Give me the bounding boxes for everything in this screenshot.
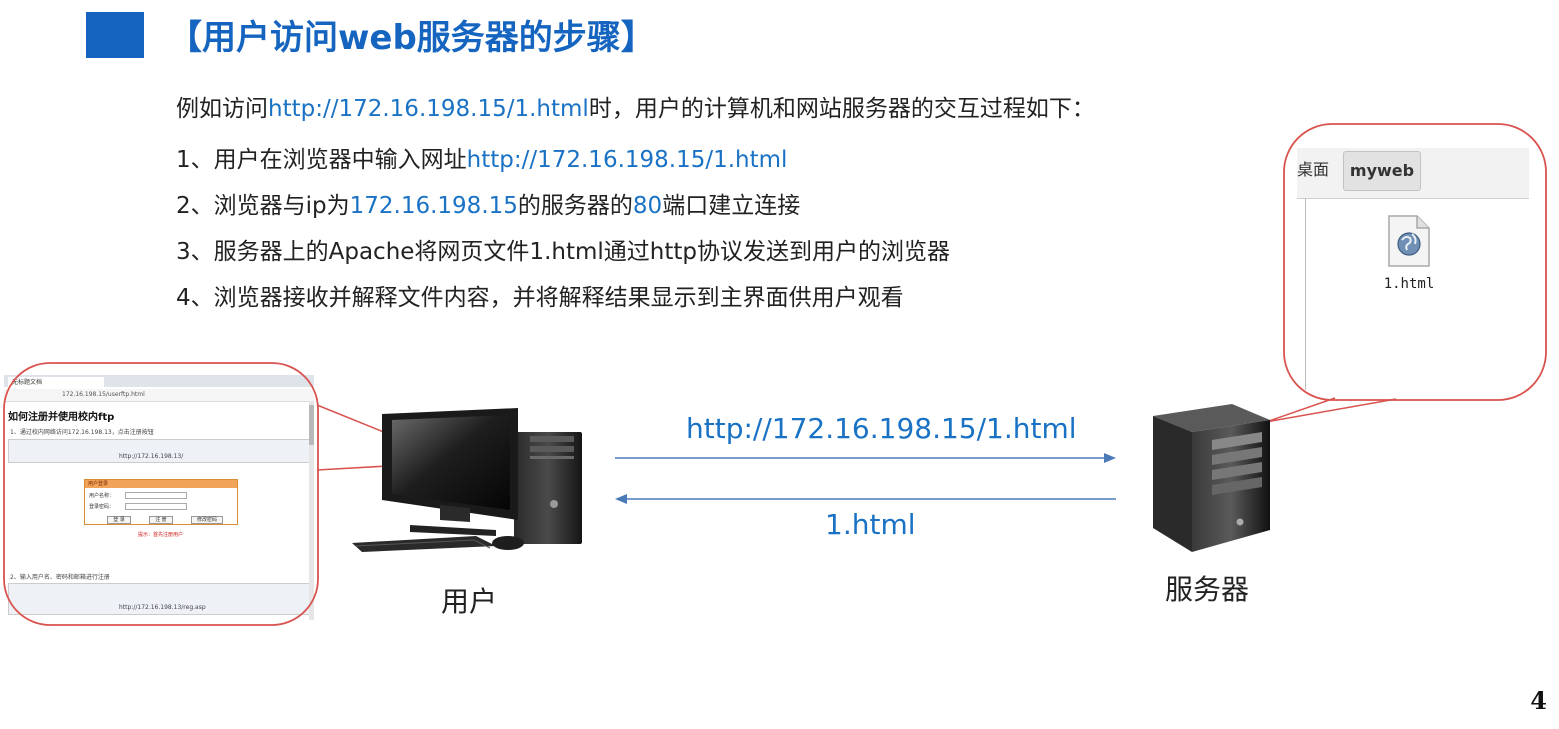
request-arrow bbox=[615, 453, 1116, 463]
diagram-graphics bbox=[3, 123, 1547, 626]
response-label: 1.html bbox=[825, 508, 916, 541]
desktop-computer-icon bbox=[352, 408, 582, 552]
server-tower-icon bbox=[1153, 404, 1270, 552]
request-label: http://172.16.198.15/1.html bbox=[686, 412, 1077, 445]
page-number: 4 bbox=[1530, 686, 1547, 715]
server-callout-bubble bbox=[1265, 123, 1547, 423]
response-arrow bbox=[615, 494, 1116, 504]
user-label: 用户 bbox=[441, 585, 498, 618]
server-label: 服务器 bbox=[1165, 573, 1250, 606]
